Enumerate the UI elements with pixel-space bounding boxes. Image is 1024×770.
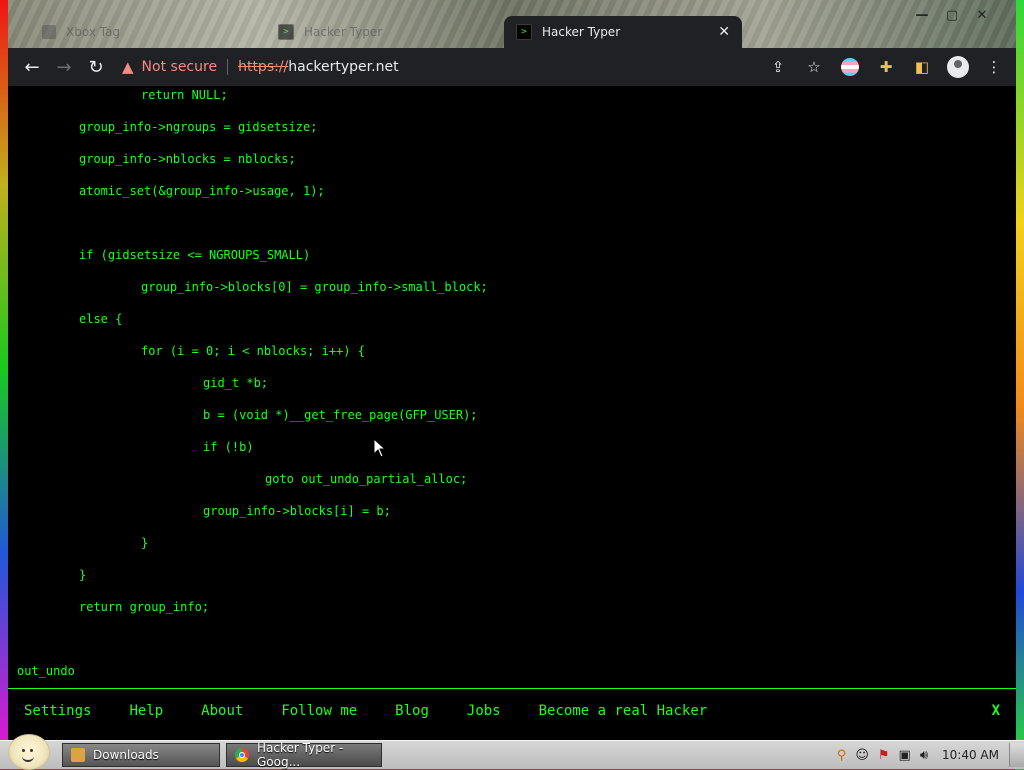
desktop-frame-left [0, 0, 8, 740]
code-line: else { [79, 312, 123, 326]
code-line: } [141, 536, 149, 550]
not-secure-label[interactable]: Not secure [142, 59, 218, 75]
address-bar[interactable]: ▲ Not secure https:// hackertyper.net [122, 52, 764, 82]
minimize-icon[interactable]: — [908, 6, 936, 24]
taskbar-chrome[interactable]: Hacker Typer - Goog... [226, 741, 382, 769]
clock[interactable]: 10:40 AM [942, 748, 999, 762]
network-icon[interactable]: ▣ [899, 748, 911, 763]
nav-become-hacker[interactable]: Become a real Hacker [539, 703, 708, 719]
toolbar-actions: ⇪ ☆ ✚ ◧ ⋮ [764, 53, 1008, 81]
code-output: return NULL; group_info->ngroups = gidset… [17, 86, 488, 694]
site-nav: Settings Help About Follow me Blog Jobs … [8, 688, 1016, 733]
chrome-icon [235, 748, 249, 762]
code-line: group_info->blocks[i] = b; [203, 504, 391, 518]
show-desktop-button[interactable] [1009, 743, 1024, 767]
code-line: return NULL; [141, 88, 228, 102]
side-panel-icon[interactable]: ◧ [908, 53, 936, 81]
terminal-favicon-icon: > [278, 24, 294, 40]
tab-xbox-tag[interactable]: Xbox Tag [30, 16, 266, 48]
code-line: if (gidsetsize <= NGROUPS_SMALL) [79, 248, 311, 262]
nav-about[interactable]: About [201, 703, 243, 719]
folder-icon [71, 748, 85, 762]
url-scheme: https:// [238, 59, 289, 75]
code-line: atomic_set(&group_info->usage, 1); [79, 184, 325, 198]
extensions-puzzle-icon[interactable]: ✚ [872, 53, 900, 81]
desktop-frame-right [1016, 0, 1024, 740]
tab-close-icon[interactable]: ✕ [718, 24, 730, 40]
task-label: Downloads [93, 748, 159, 762]
tab-hacker-typer-1[interactable]: > Hacker Typer [266, 16, 502, 48]
hackertyper-page[interactable]: return NULL; group_info->ngroups = gidset… [8, 86, 1016, 740]
system-tray: ⚲ ☺ ⚑ ▣ 🔊︎ [837, 748, 928, 763]
browser-titlebar: Xbox Tag > Hacker Typer > Hacker Typer ✕… [8, 0, 1016, 48]
nav-follow-me[interactable]: Follow me [281, 703, 357, 719]
nav-blog[interactable]: Blog [395, 703, 429, 719]
volume-icon[interactable]: 🔊︎ [920, 748, 928, 763]
emoji-icon[interactable]: ☺ [855, 748, 869, 763]
code-line: return group_info; [79, 600, 210, 614]
nav-jobs[interactable]: Jobs [467, 703, 501, 719]
code-line: group_info->ngroups = gidsetsize; [79, 120, 318, 134]
address-divider [227, 59, 229, 75]
task-label: Hacker Typer - Goog... [257, 741, 344, 769]
code-line: group_info->blocks[0] = group_info->smal… [141, 280, 488, 294]
tab-favicon-icon [42, 25, 56, 39]
code-line: gid_t *b; [203, 376, 269, 390]
os-taskbar: Downloads Hacker Typer - Goog... ⚲ ☺ ⚑ ▣… [0, 734, 1024, 770]
search-icon[interactable]: ⚲ [837, 748, 847, 763]
window-controls: — ▢ ✕ [908, 6, 996, 24]
back-arrow-icon[interactable]: ← [16, 51, 48, 83]
share-icon[interactable]: ⇪ [764, 53, 792, 81]
nav-settings[interactable]: Settings [24, 703, 91, 719]
warning-triangle-icon[interactable]: ▲ [122, 58, 134, 76]
pride-flag-extension-icon[interactable] [836, 53, 864, 81]
tab-hacker-typer-active[interactable]: > Hacker Typer ✕ [504, 16, 742, 48]
maximize-icon[interactable]: ▢ [938, 6, 966, 24]
url-host: hackertyper.net [288, 59, 399, 75]
code-line: for (i = 0; i < nblocks; i++) { [141, 344, 365, 358]
tab-label: Hacker Typer [542, 25, 621, 39]
forward-arrow-icon[interactable]: → [48, 51, 80, 83]
code-line: } [79, 568, 87, 582]
tab-label: Xbox Tag [66, 25, 121, 39]
start-button[interactable] [8, 734, 50, 770]
tab-label: Hacker Typer [304, 25, 383, 39]
menu-kebab-icon[interactable]: ⋮ [980, 53, 1008, 81]
code-line: group_info->nblocks = nblocks; [79, 152, 296, 166]
profile-avatar-icon[interactable] [944, 53, 972, 81]
code-line: if (!b) [203, 440, 254, 454]
bookmark-star-icon[interactable]: ☆ [800, 53, 828, 81]
nav-help[interactable]: Help [129, 703, 163, 719]
nav-close-button[interactable]: X [992, 703, 1000, 719]
close-window-icon[interactable]: ✕ [968, 6, 996, 24]
browser-toolbar: ← → ↻ ▲ Not secure https:// hackertyper.… [8, 48, 1016, 86]
taskbar-downloads[interactable]: Downloads [62, 743, 220, 767]
code-line: goto out_undo_partial_alloc; [265, 472, 468, 486]
flag-alert-icon[interactable]: ⚑ [878, 748, 890, 763]
terminal-favicon-icon: > [516, 24, 532, 40]
reload-icon[interactable]: ↻ [80, 51, 112, 83]
code-line: b = (void *)__get_free_page(GFP_USER); [203, 408, 478, 422]
